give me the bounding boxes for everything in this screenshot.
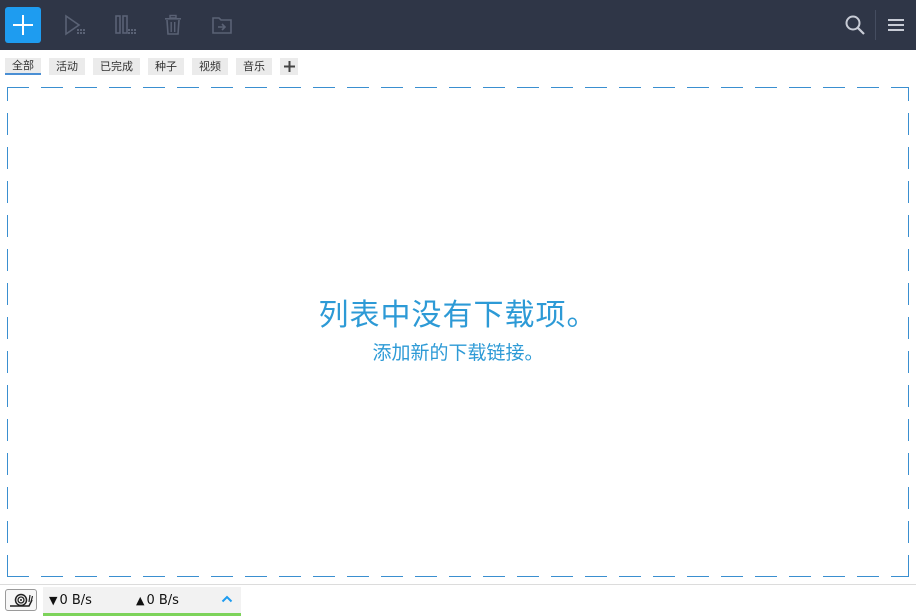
filter-tabs: 全部 活动 已完成 种子 视频 音乐 [5, 58, 298, 76]
main-toolbar [0, 0, 916, 50]
download-speed-value: 0 B/s [59, 593, 92, 608]
move-to-folder-button[interactable] [204, 7, 240, 43]
download-speed: ▼ 0 B/s [49, 593, 92, 609]
download-arrow-icon: ▼ [49, 594, 58, 607]
chevron-up-icon [221, 595, 233, 603]
tab-video[interactable]: 视频 [192, 58, 228, 75]
search-button[interactable] [837, 7, 873, 43]
search-icon [845, 15, 865, 35]
tab-all[interactable]: 全部 [5, 58, 41, 75]
main-menu-button[interactable] [878, 7, 914, 43]
download-list-dropzone[interactable]: 列表中没有下载项。 添加新的下载链接。 [6, 86, 910, 578]
pause-button[interactable] [107, 7, 143, 43]
pause-icon [115, 15, 136, 34]
plus-icon [283, 61, 295, 72]
tab-completed[interactable]: 已完成 [93, 58, 140, 75]
upload-speed-value: 0 B/s [146, 593, 179, 608]
speed-panel[interactable]: ▼ 0 B/s ▲ 0 B/s [43, 587, 241, 616]
tab-torrents[interactable]: 种子 [148, 58, 184, 75]
snail-icon [10, 593, 33, 607]
add-download-button[interactable] [5, 7, 41, 43]
upload-speed: ▲ 0 B/s [136, 593, 179, 609]
move-to-folder-icon [212, 17, 232, 34]
add-icon [13, 15, 33, 35]
menu-icon [888, 19, 904, 31]
speed-limit-button[interactable] [5, 589, 37, 611]
empty-list-message: 列表中没有下载项。 [318, 298, 598, 333]
toolbar-divider [875, 10, 876, 40]
resume-button[interactable] [56, 7, 92, 43]
trash-icon [165, 14, 181, 35]
play-icon [65, 14, 85, 36]
add-link-hint[interactable]: 添加新的下载链接。 [7, 341, 909, 365]
upload-arrow-icon: ▲ [136, 594, 145, 607]
status-bar: ▼ 0 B/s ▲ 0 B/s [0, 584, 916, 616]
tab-active[interactable]: 活动 [49, 58, 85, 75]
expand-speed-panel-button[interactable] [219, 591, 235, 607]
delete-button[interactable] [155, 7, 191, 43]
add-tab-button[interactable] [280, 58, 298, 75]
tab-music[interactable]: 音乐 [236, 58, 272, 75]
